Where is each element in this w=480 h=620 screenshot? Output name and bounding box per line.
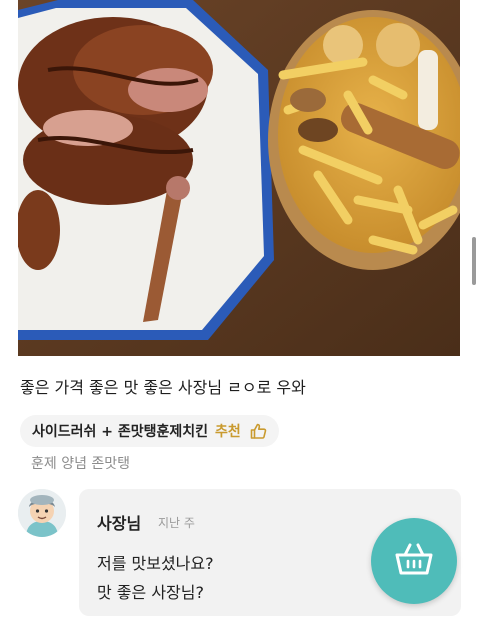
menu-option-text: 훈제 양념 존맛탱 [31,456,131,472]
review-photo[interactable] [18,0,460,356]
menu-chip[interactable]: 사이드러쉬 + 존맛탱훈제치킨 추천 [20,415,279,447]
reply-time: 지난 주 [158,516,195,530]
cart-button[interactable] [371,518,457,604]
review-text: 좋은 가격 좋은 맛 좋은 사장님 ㄹㅇ로 우와 [20,378,306,397]
reply-text-line-1: 저를 맛보셨나요? [97,554,214,573]
recommend-label: 추천 [215,424,241,440]
owner-avatar-graphic [18,489,66,537]
scrollbar[interactable] [472,237,476,285]
owner-avatar [18,489,66,537]
review-photo-graphic [18,0,460,356]
ordered-menu-label: 사이드러쉬 + 존맛탱훈제치킨 [32,424,209,440]
basket-icon [394,541,434,581]
thumbs-up-icon [250,423,267,439]
owner-name: 사장님 [97,514,142,533]
reply-text-line-2: 맛 좋은 사장님? [97,583,204,602]
